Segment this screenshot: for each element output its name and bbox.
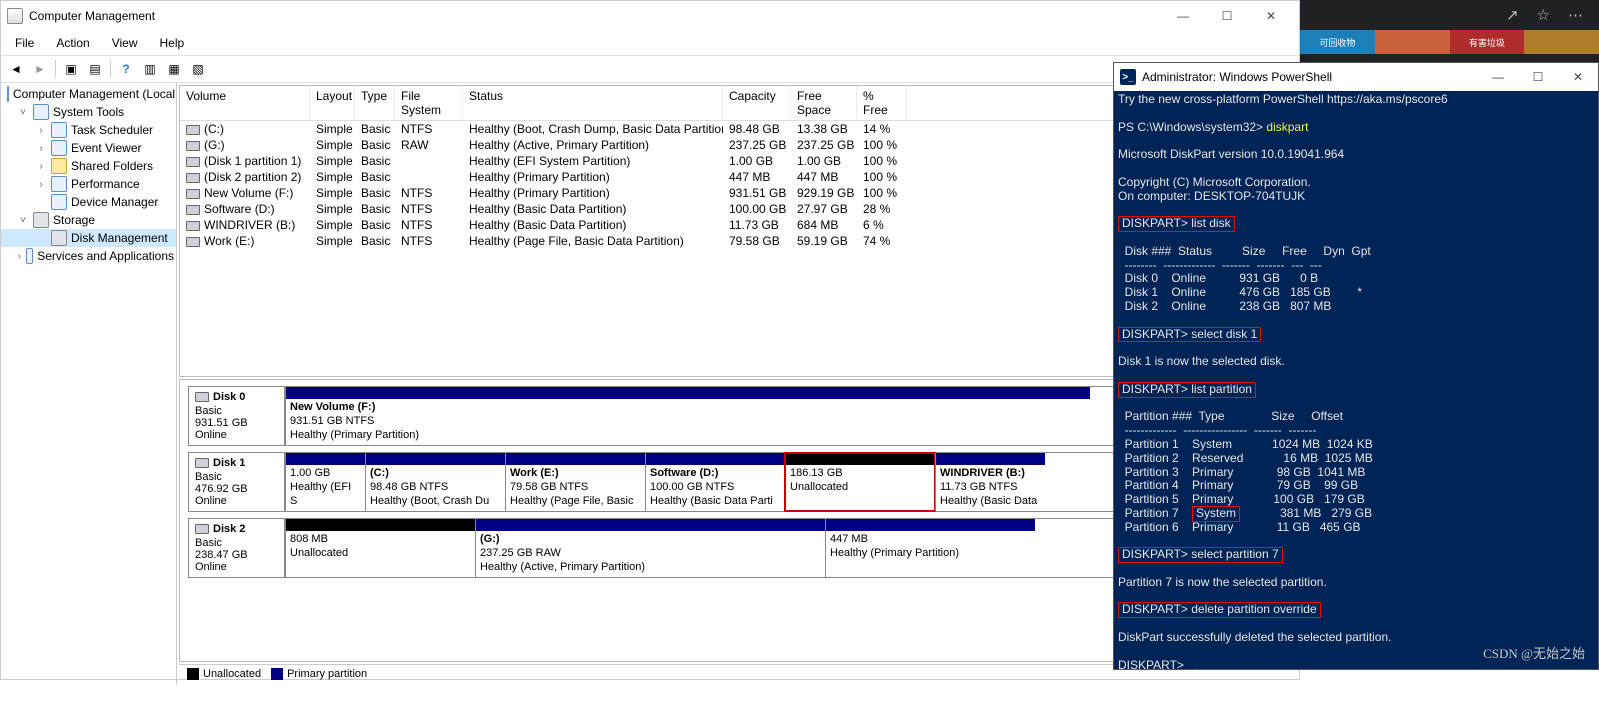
disk-icon [195,392,209,402]
menu-help[interactable]: Help [150,33,195,53]
watermark: CSDN @无始之始 [1483,643,1585,662]
maximize-button[interactable]: ☐ [1205,2,1249,30]
back-button[interactable]: ◄ [5,58,27,80]
volume-icon [186,189,200,199]
folder-icon [51,158,67,174]
disk-icon [51,230,67,246]
menu-file[interactable]: File [5,33,44,53]
wrench-icon [33,104,49,120]
col-type[interactable]: Type [355,86,395,120]
window-titlebar[interactable]: Computer Management — ☐ ✕ [1,1,1299,31]
disk-icon [195,458,209,468]
volume-icon [186,141,200,151]
forward-button[interactable]: ► [29,58,51,80]
window-title: Computer Management [29,9,155,23]
volume-icon [186,237,200,247]
volume-icon [186,157,200,167]
storage-icon [33,212,49,228]
view2-button[interactable]: ▦ [163,58,185,80]
partition[interactable]: (G:)237.25 GB RAWHealthy (Active, Primar… [475,519,825,577]
col-status[interactable]: Status [463,86,723,120]
device-icon [51,194,67,210]
partition[interactable]: (C:)98.48 GB NTFSHealthy (Boot, Crash Du [365,453,505,511]
tree-services-apps[interactable]: ›Services and Applications [1,247,176,265]
event-icon [51,140,67,156]
tree-device-manager[interactable]: Device Manager [1,193,176,211]
partition[interactable]: WINDRIVER (B:)11.73 GB NTFSHealthy (Basi… [935,453,1045,511]
app-icon [7,8,23,24]
partition[interactable]: 447 MBHealthy (Primary Partition) [825,519,1035,577]
disk-label: Disk 1Basic476.92 GBOnline [189,453,285,511]
computer-management-window: Computer Management — ☐ ✕ File Action Vi… [0,0,1300,680]
gear-icon [26,248,34,264]
col-fs[interactable]: File System [395,86,463,120]
volume-icon [186,173,200,183]
disk-label: Disk 2Basic238.47 GBOnline [189,519,285,577]
powershell-icon: >_ [1120,69,1136,85]
powershell-window: >_ Administrator: Windows PowerShell — ☐… [1113,62,1599,670]
close-button[interactable]: ✕ [1249,2,1293,30]
ps-title-text: Administrator: Windows PowerShell [1142,70,1332,84]
ps-terminal-output[interactable]: Try the new cross-platform PowerShell ht… [1114,91,1598,674]
ps-titlebar[interactable]: >_ Administrator: Windows PowerShell — ☐… [1114,63,1598,91]
partition[interactable]: 808 MBUnallocated [285,519,475,577]
legend-swatch-unallocated [187,668,199,680]
toolbar: ◄ ► ▣ ▤ ? ▥ ▦ ▧ [1,55,1299,83]
col-free[interactable]: Free Space [791,86,857,120]
perf-icon [51,176,67,192]
partition[interactable]: Work (E:)79.58 GB NTFSHealthy (Page File… [505,453,645,511]
disk-icon [195,524,209,534]
col-capacity[interactable]: Capacity [723,86,791,120]
col-layout[interactable]: Layout [310,86,355,120]
menubar: File Action View Help [1,31,1299,55]
volume-icon [186,221,200,231]
minimize-button[interactable]: — [1161,2,1205,30]
tree-system-tools[interactable]: ˅System Tools [1,103,176,121]
menu-view[interactable]: View [102,33,148,53]
help-button[interactable]: ? [115,58,137,80]
col-volume[interactable]: Volume [180,86,310,120]
partition[interactable]: New Volume (F:)931.51 GB NTFSHealthy (Pr… [285,387,1090,445]
ps-minimize-button[interactable]: — [1478,64,1518,90]
view3-button[interactable]: ▧ [187,58,209,80]
disk-label: Disk 0Basic931.51 GBOnline [189,387,285,445]
tree-event-viewer[interactable]: ›Event Viewer [1,139,176,157]
view1-button[interactable]: ▥ [139,58,161,80]
partition[interactable]: Software (D:)100.00 GB NTFSHealthy (Basi… [645,453,785,511]
tree-root[interactable]: Computer Management (Local [1,85,176,103]
up-button[interactable]: ▣ [60,58,82,80]
volume-icon [186,125,200,135]
browser-fragment: ↗ ☆ ⋯ 可回收物 有害垃圾 [1300,0,1599,62]
clock-icon [51,122,67,138]
computer-icon [7,86,9,102]
partition[interactable]: 186.13 GBUnallocated [785,453,935,511]
tree-disk-management[interactable]: Disk Management [1,229,176,247]
col-percent[interactable]: % Free [857,86,907,120]
ps-maximize-button[interactable]: ☐ [1518,64,1558,90]
refresh-button[interactable]: ▤ [84,58,106,80]
menu-icon[interactable]: ⋯ [1568,6,1583,24]
tree-storage[interactable]: ˅Storage [1,211,176,229]
tree-shared-folders[interactable]: ›Shared Folders [1,157,176,175]
tree-performance[interactable]: ›Performance [1,175,176,193]
menu-action[interactable]: Action [46,33,99,53]
navigation-tree[interactable]: Computer Management (Local ˅System Tools… [1,83,177,685]
legend-swatch-primary [271,668,283,680]
star-icon[interactable]: ☆ [1537,6,1550,24]
ps-close-button[interactable]: ✕ [1558,64,1598,90]
volume-icon [186,205,200,215]
tree-task-scheduler[interactable]: ›Task Scheduler [1,121,176,139]
partition[interactable]: 1.00 GBHealthy (EFI S [285,453,365,511]
share-icon[interactable]: ↗ [1506,6,1519,24]
